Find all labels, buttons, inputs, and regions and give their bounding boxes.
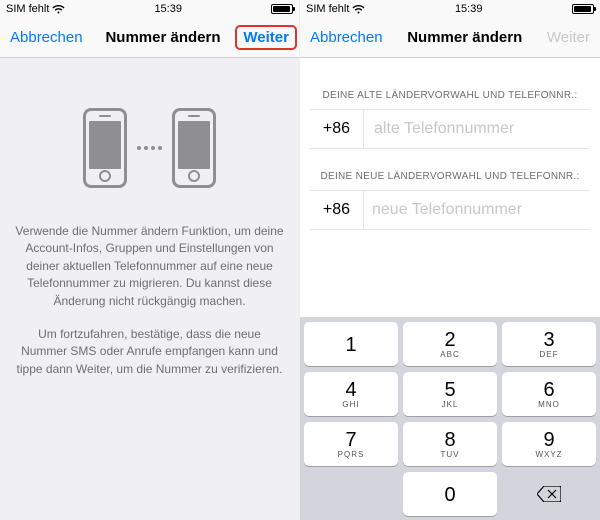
numeric-keypad: 1 2ABC 3DEF 4GHI 5JKL 6MNO 7PQRS 8TUV 9W… — [300, 317, 600, 520]
key-4[interactable]: 4GHI — [304, 372, 398, 416]
key-5[interactable]: 5JKL — [403, 372, 497, 416]
key-3[interactable]: 3DEF — [502, 322, 596, 366]
nav-bar: Abbrechen Nummer ändern Weiter — [300, 18, 600, 58]
new-phone-input[interactable] — [364, 191, 590, 229]
key-2[interactable]: 2ABC — [403, 322, 497, 366]
phone-icon — [83, 108, 127, 188]
screen-form: SIM fehlt 15:39 Abbrechen Nummer ändern … — [300, 0, 600, 520]
form-body: DEINE ALTE LÄNDERVORWAHL UND TELEFONNR.:… — [300, 58, 600, 520]
carrier-text: SIM fehlt — [306, 3, 349, 15]
status-bar: SIM fehlt 15:39 — [0, 0, 299, 18]
wifi-icon — [352, 5, 365, 14]
old-number-row: +86 — [310, 109, 590, 149]
phones-illustration — [14, 108, 285, 188]
intro-body: Verwende die Nummer ändern Funktion, um … — [0, 58, 299, 520]
screen-intro: SIM fehlt 15:39 Abbrechen Nummer ändern … — [0, 0, 300, 520]
key-6[interactable]: 6MNO — [502, 372, 596, 416]
new-number-row: +86 — [310, 190, 590, 230]
key-9[interactable]: 9WXYZ — [502, 422, 596, 466]
key-7[interactable]: 7PQRS — [304, 422, 398, 466]
wifi-icon — [52, 5, 65, 14]
status-bar: SIM fehlt 15:39 — [300, 0, 600, 18]
key-blank — [304, 472, 398, 516]
page-title: Nummer ändern — [407, 29, 522, 46]
key-backspace[interactable] — [502, 472, 596, 516]
battery-icon — [572, 4, 594, 14]
old-country-code[interactable]: +86 — [310, 110, 364, 148]
key-0[interactable]: 0 — [403, 472, 497, 516]
old-number-label: DEINE ALTE LÄNDERVORWAHL UND TELEFONNR.: — [310, 90, 590, 101]
cancel-button[interactable]: Abbrechen — [310, 29, 383, 46]
new-number-label: DEINE NEUE LÄNDERVORWAHL UND TELEFONNR.: — [310, 171, 590, 182]
key-1[interactable]: 1 — [304, 322, 398, 366]
old-phone-input[interactable] — [364, 118, 581, 140]
phone-icon — [172, 108, 216, 188]
backspace-icon — [537, 486, 561, 502]
clock: 15:39 — [455, 3, 483, 15]
page-title: Nummer ändern — [105, 29, 220, 46]
carrier-text: SIM fehlt — [6, 3, 49, 15]
next-button-disabled: Weiter — [547, 29, 590, 46]
next-button[interactable]: Weiter — [243, 29, 289, 46]
transfer-dots-icon — [137, 146, 162, 150]
clock: 15:39 — [154, 3, 182, 15]
nav-bar: Abbrechen Nummer ändern Weiter — [0, 18, 299, 58]
key-8[interactable]: 8TUV — [403, 422, 497, 466]
intro-paragraph-2: Um fortzufahren, bestätige, dass die neu… — [14, 326, 285, 378]
battery-icon — [271, 4, 293, 14]
cancel-button[interactable]: Abbrechen — [10, 29, 83, 46]
intro-paragraph-1: Verwende die Nummer ändern Funktion, um … — [14, 223, 285, 310]
new-country-code[interactable]: +86 — [310, 191, 364, 229]
